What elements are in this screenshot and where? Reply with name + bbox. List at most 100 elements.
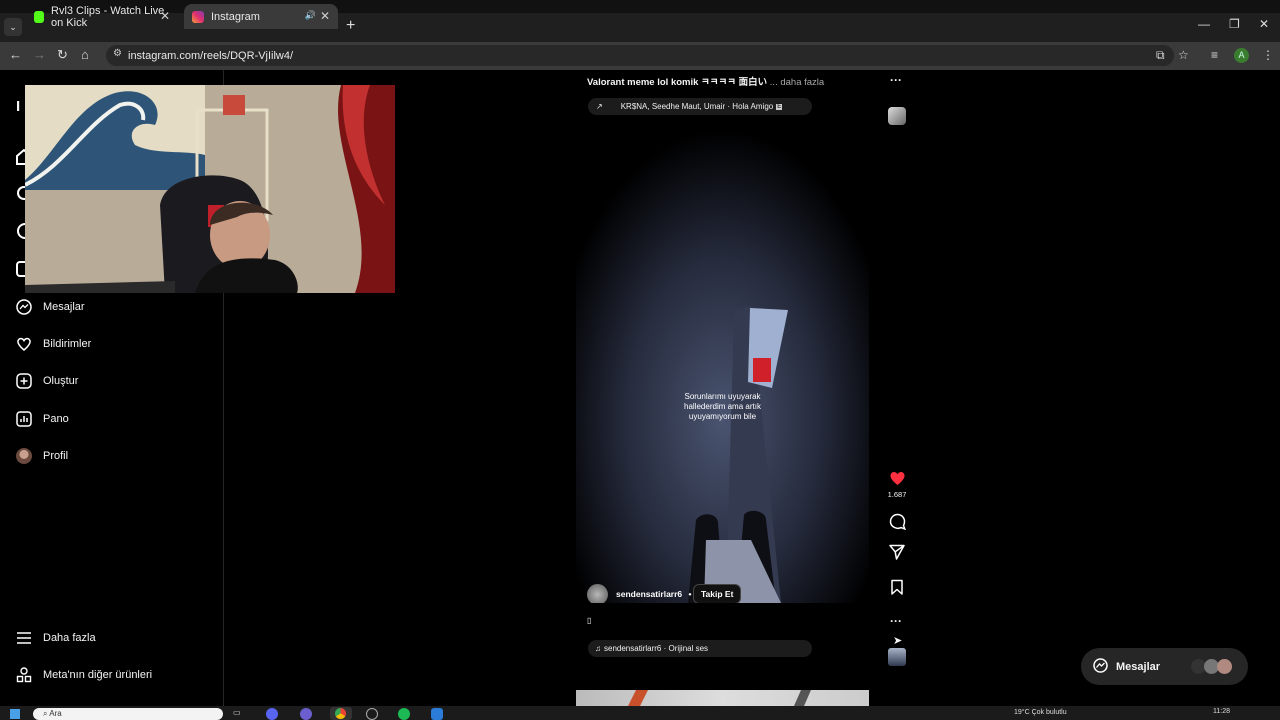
- audio-pill[interactable]: ♫ sendensatirlarr6 · Orijinal ses: [588, 640, 812, 657]
- plus-square-icon: [16, 373, 32, 389]
- webcam-overlay: [25, 85, 395, 293]
- back-icon[interactable]: ←: [9, 47, 22, 62]
- audio-text: sendensatirlarr6 · Orijinal ses: [604, 644, 709, 653]
- heart-icon: [16, 336, 32, 352]
- like-count: 1.687: [887, 490, 907, 499]
- caption-more-link[interactable]: ... daha fazla: [770, 77, 824, 88]
- heart-icon: [889, 472, 905, 485]
- media-control-icon[interactable]: ≡: [1211, 48, 1218, 62]
- explicit-icon: E: [776, 103, 783, 110]
- tab-instagram[interactable]: Instagram 🔊 ✕: [184, 4, 338, 29]
- sidebar-item-label: Mesajlar: [43, 301, 85, 313]
- more-options-icon[interactable]: ···: [890, 614, 902, 628]
- webcam-image: [25, 85, 395, 293]
- instagram-logo-icon[interactable]: I: [16, 98, 20, 115]
- sidebar-item-messages[interactable]: Mesajlar: [16, 299, 85, 315]
- messenger-icon: [1093, 657, 1108, 676]
- author-username[interactable]: sendensatirlarr6: [616, 589, 682, 599]
- messenger-icon: [16, 299, 32, 315]
- comment-button[interactable]: [888, 512, 906, 530]
- share-button[interactable]: [888, 543, 906, 561]
- like-button[interactable]: [888, 469, 906, 487]
- conversation-avatars: [1191, 659, 1239, 674]
- sidebar-item-label: Daha fazla: [43, 632, 96, 644]
- arrow-icon: ↗: [596, 102, 603, 111]
- more-options-icon[interactable]: ···: [890, 73, 902, 87]
- bookmark-icon: [891, 579, 903, 595]
- menu-kebab-icon[interactable]: ⋮: [1262, 48, 1274, 62]
- new-tab-button[interactable]: +: [346, 17, 355, 35]
- comment-icon: [889, 513, 906, 530]
- sidebar-item-label: Pano: [43, 413, 69, 425]
- forward-icon[interactable]: →: [33, 47, 46, 62]
- clock-text[interactable]: 11:28: [1213, 708, 1230, 715]
- kick-favicon-icon: [34, 10, 44, 23]
- sidebar-item-meta-products[interactable]: Meta'nın diğer ürünleri: [16, 667, 152, 683]
- audio-thumbnail-icon[interactable]: [888, 107, 906, 125]
- reload-icon[interactable]: ↻: [57, 47, 68, 63]
- weather-text[interactable]: 19°C Çok bulutlu: [1014, 709, 1067, 716]
- sidebar-item-notifications[interactable]: Bildirimler: [16, 336, 91, 352]
- reel-author: sendensatirlarr6 •: [616, 589, 696, 599]
- audio-thumbnail-icon[interactable]: [888, 648, 906, 666]
- video-overlay-text: Sorunlarımı uyuyarak hallederdim ama art…: [684, 392, 761, 421]
- messages-floating-button[interactable]: Mesajlar: [1081, 648, 1248, 685]
- sidebar-item-create[interactable]: Oluştur: [16, 373, 78, 389]
- discord-icon[interactable]: [266, 708, 278, 720]
- url-text: instagram.com/reels/DQR-VjIilw4/: [128, 49, 294, 62]
- sidebar-item-label: Meta'nın diğer ürünleri: [43, 669, 153, 681]
- tab-search-button[interactable]: ⌄: [4, 18, 22, 36]
- reel-video-frame: [576, 120, 869, 603]
- reel-caption: Valorant meme lol komik ㅋㅋㅋㅋ 面白い ... dah…: [587, 74, 824, 88]
- close-tab-icon[interactable]: ✕: [320, 9, 330, 23]
- sidebar-item-label: Oluştur: [43, 375, 79, 387]
- cursor-icon: ➤: [893, 635, 903, 647]
- home-icon[interactable]: ⌂: [81, 47, 89, 62]
- windows-taskbar: ⌕ Ara ▭ 19°C Çok bulutlu 11:28: [0, 706, 1280, 720]
- reel-video[interactable]: Sorunlarımı uyuyarak hallederdim ama art…: [576, 120, 869, 603]
- task-view-icon[interactable]: ▭: [233, 708, 241, 717]
- sidebar-item-label: Bildirimler: [43, 338, 92, 350]
- hamburger-icon: [16, 630, 32, 646]
- app-icon[interactable]: [300, 708, 312, 720]
- author-avatar[interactable]: [587, 584, 608, 603]
- music-note-icon: ♫: [595, 644, 601, 653]
- address-bar[interactable]: ⚙ instagram.com/reels/DQR-VjIilw4/: [106, 45, 1174, 66]
- spotify-icon[interactable]: [398, 708, 410, 720]
- music-text: KR$NA, Seedhe Maut, Umair · Hola Amigo: [620, 102, 774, 111]
- sidebar-item-profile[interactable]: Profil: [16, 448, 68, 464]
- meta-products-icon: [16, 667, 32, 683]
- close-tab-icon[interactable]: ✕: [160, 9, 170, 23]
- sidebar-item-dashboard[interactable]: Pano: [16, 411, 69, 427]
- minimize-icon[interactable]: —: [1198, 17, 1210, 31]
- caption-text: Valorant meme lol komik ㅋㅋㅋㅋ 面白い: [587, 77, 768, 88]
- next-reel-preview[interactable]: [576, 690, 869, 706]
- profile-avatar[interactable]: A: [1234, 48, 1249, 63]
- restore-icon[interactable]: ❐: [1229, 17, 1240, 31]
- site-info-icon[interactable]: ⚙: [113, 48, 122, 59]
- app-icon[interactable]: [431, 708, 443, 720]
- reel-description: ▯: [587, 616, 592, 625]
- bookmark-star-icon[interactable]: ☆: [1178, 48, 1189, 62]
- avatar: [16, 448, 32, 464]
- app-icon[interactable]: [366, 708, 378, 720]
- send-icon: [889, 544, 905, 560]
- tab-kick[interactable]: Rvl3 Clips - Watch Live on Kick ✕: [26, 4, 178, 29]
- close-window-icon[interactable]: ✕: [1259, 17, 1269, 31]
- messages-label: Mesajlar: [1116, 660, 1161, 673]
- taskbar-search-input[interactable]: ⌕ Ara: [33, 708, 223, 720]
- instagram-favicon-icon: [192, 10, 204, 23]
- top-music-pill[interactable]: ↗ KR$NA, Seedhe Maut, Umair · Hola Amigo…: [588, 98, 812, 115]
- start-icon[interactable]: [10, 709, 20, 719]
- author-separator: •: [688, 589, 692, 599]
- tab-title: Instagram: [211, 10, 260, 23]
- follow-button[interactable]: Takip Et: [693, 584, 742, 603]
- chrome-taskbar-button[interactable]: [330, 707, 352, 720]
- tab-title: Rvl3 Clips - Watch Live on Kick: [51, 4, 165, 29]
- speaker-icon[interactable]: 🔊: [305, 10, 316, 21]
- sidebar-item-label: Profil: [43, 450, 69, 462]
- dashboard-icon: [16, 411, 32, 427]
- save-button[interactable]: [888, 578, 906, 596]
- sidebar-item-more[interactable]: Daha fazla: [16, 630, 96, 646]
- install-app-icon[interactable]: ⧉: [1156, 48, 1165, 63]
